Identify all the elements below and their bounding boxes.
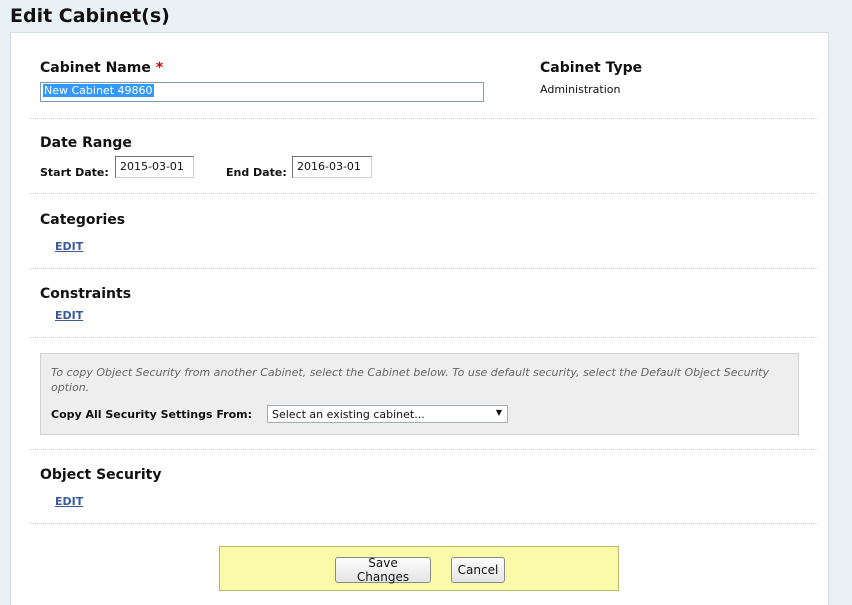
categories-heading: Categories (40, 212, 126, 228)
divider (29, 449, 818, 450)
divider (29, 523, 818, 524)
copy-security-selected-value: Select an existing cabinet... (272, 408, 425, 421)
divider (29, 268, 818, 269)
divider (29, 193, 818, 194)
date-range-heading: Date Range (40, 135, 132, 151)
edit-cabinet-form: Cabinet Name * New Cabinet 49860 Cabinet … (10, 32, 829, 605)
save-changes-button[interactable]: Save Changes (335, 556, 431, 584)
end-date-input[interactable]: 2016-03-01 (292, 156, 372, 178)
cabinet-name-heading: Cabinet Name * (40, 60, 163, 76)
object-security-heading: Object Security (40, 467, 162, 483)
copy-security-help-text: To copy Object Security from another Cab… (51, 366, 769, 394)
object-security-edit-link[interactable]: EDIT (55, 495, 83, 508)
cabinet-name-input[interactable]: New Cabinet 49860 (40, 82, 484, 102)
start-date-input[interactable]: 2015-03-01 (115, 156, 194, 178)
cabinet-name-label: Cabinet Name (40, 60, 151, 76)
cabinet-type-heading: Cabinet Type (540, 60, 643, 76)
start-date-label: Start Date: (40, 166, 109, 179)
page-title: Edit Cabinet(s) (10, 5, 170, 27)
required-marker: * (155, 60, 164, 76)
form-action-bar: Save Changes Cancel (219, 546, 619, 591)
end-date-label: End Date: (226, 166, 287, 179)
categories-edit-link[interactable]: EDIT (55, 240, 83, 253)
constraints-heading: Constraints (40, 286, 132, 302)
copy-security-box: To copy Object Security from another Cab… (40, 353, 799, 435)
cancel-button[interactable]: Cancel (451, 557, 505, 583)
divider (29, 337, 818, 338)
chevron-down-icon: ▼ (495, 408, 502, 417)
cabinet-name-value: New Cabinet 49860 (43, 84, 154, 97)
copy-security-select[interactable]: Select an existing cabinet... ▼ (267, 405, 508, 423)
copy-security-label: Copy All Security Settings From: (51, 408, 252, 421)
cabinet-type-value: Administration (540, 83, 621, 96)
constraints-edit-link[interactable]: EDIT (55, 309, 83, 322)
divider (29, 118, 818, 119)
